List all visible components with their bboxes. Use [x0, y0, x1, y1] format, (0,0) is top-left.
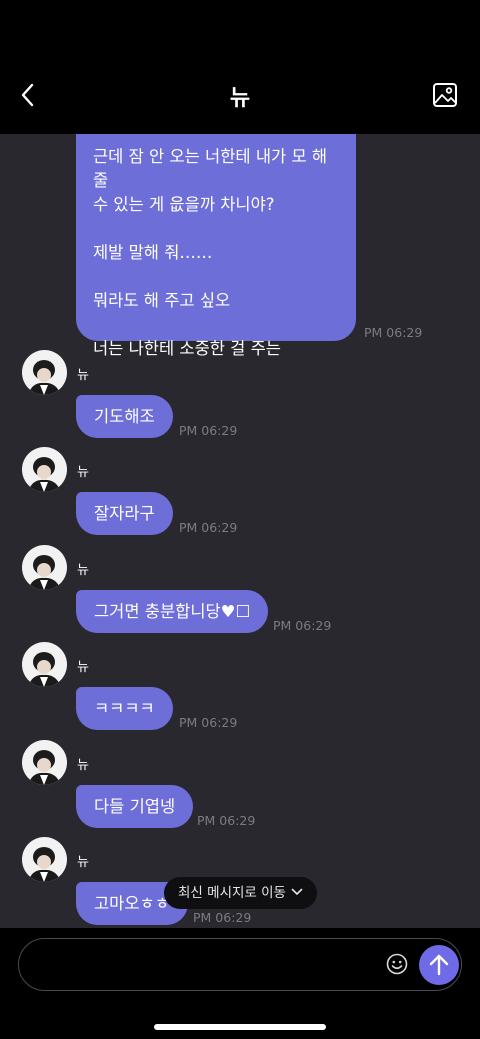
sender-name: 뉴 [77, 465, 89, 480]
chevron-down-icon [291, 877, 303, 909]
sender-name: 뉴 [77, 855, 89, 870]
message-time: PM 06:29 [197, 813, 256, 828]
jump-to-latest-label: 최신 메시지로 이동 [178, 885, 286, 901]
sender-name: 뉴 [77, 368, 89, 383]
message-bubble: 잘자라구 [76, 492, 173, 535]
message-text: 고마오ㅎㅎ [94, 894, 170, 913]
message-time: PM 06:29 [179, 715, 238, 730]
message-bubble: ㅋㅋㅋㅋ [76, 687, 173, 730]
profile-photo [28, 555, 61, 590]
message-bubble: 그거면 충분합니당♥︎☐ [76, 590, 269, 633]
image-icon [433, 83, 457, 107]
message-text: 다들 기엽넹 [94, 797, 176, 816]
sender-name: 뉴 [77, 660, 89, 675]
profile-photo [28, 847, 61, 882]
chat-title: 뉴 [229, 86, 251, 111]
message-text: 너는 나한테 소중한 걸 주는 [93, 339, 281, 358]
sender-name: 뉴 [77, 563, 89, 578]
composer-bar [0, 928, 480, 1039]
profile-photo [28, 652, 61, 687]
chat-header: 뉴 [0, 0, 480, 134]
jump-to-latest-button[interactable]: 최신 메시지로 이동 [164, 877, 317, 909]
profile-photo [28, 457, 61, 492]
message-text: ㅋㅋㅋㅋ [94, 699, 155, 718]
smiley-icon [386, 953, 408, 975]
message-bubble: 기도해조 [76, 395, 173, 438]
message-bubble: 근데 잠 안 오는 너한테 내가 모 해 줄 수 있는 게 읎을까 차니야? 제… [76, 134, 356, 358]
message-time: PM 06:29 [193, 910, 252, 925]
message-text: 제발 말해 줘…… [93, 243, 213, 262]
send-button[interactable] [419, 945, 459, 985]
message-time: PM 06:29 [273, 618, 332, 633]
message-bubble: 다들 기엽넹 [76, 785, 194, 828]
gallery-button[interactable] [432, 82, 460, 108]
message-input[interactable] [18, 938, 462, 991]
arrow-up-icon [429, 954, 449, 976]
avatar[interactable] [22, 545, 67, 590]
avatar[interactable] [22, 740, 67, 785]
sender-name: 뉴 [77, 758, 89, 773]
message-time: PM 06:29 [179, 423, 238, 438]
avatar[interactable] [22, 642, 67, 687]
avatar[interactable] [22, 837, 67, 882]
emoji-button[interactable] [386, 953, 408, 975]
avatar[interactable] [22, 447, 67, 492]
message-text: 기도해조 [94, 407, 155, 426]
message-text: 근데 잠 안 오는 너한테 내가 모 해 줄 수 있는 게 읎을까 차니야? [93, 147, 328, 214]
message-time: PM 06:29 [364, 325, 423, 340]
profile-photo [28, 360, 61, 395]
home-indicator [154, 1024, 326, 1030]
message-text: 그거면 충분합니당♥︎☐ [94, 602, 251, 621]
message-text: 잘자라구 [94, 504, 155, 523]
message-list[interactable]: 근데 잠 안 오는 너한테 내가 모 해 줄 수 있는 게 읎을까 차니야? 제… [0, 134, 480, 928]
message-time: PM 06:29 [179, 520, 238, 535]
avatar[interactable] [22, 350, 67, 395]
message-text: 뭐라도 해 주고 싶오 [93, 291, 231, 310]
profile-photo [28, 750, 61, 785]
